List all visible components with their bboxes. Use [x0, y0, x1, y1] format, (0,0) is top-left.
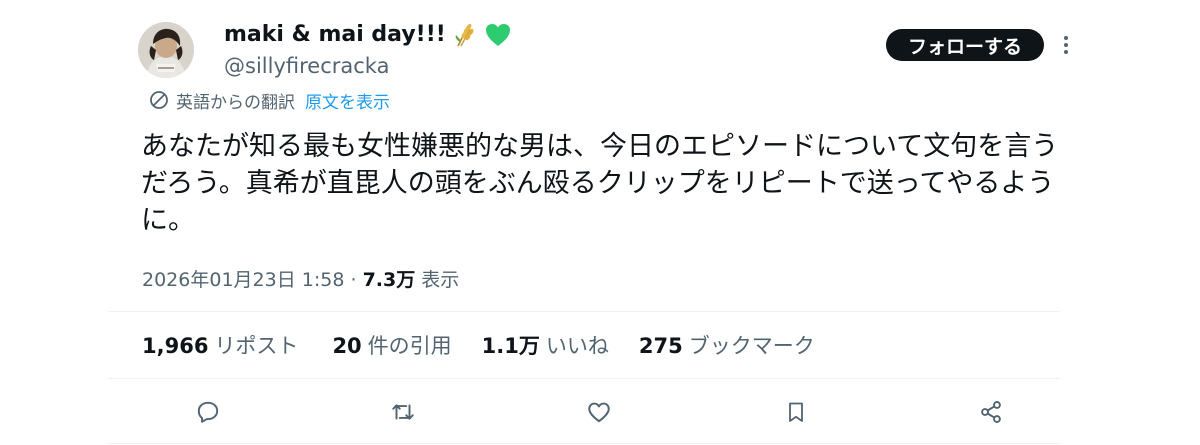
tweet-text: あなたが知る最も女性嫌悪的な男は、今日のエピソードについて文句を言うだろう。真希…: [141, 131, 1059, 236]
bookmarks-label: ブックマーク: [688, 334, 815, 358]
avatar[interactable]: [138, 22, 194, 78]
retweets-label: リポスト: [214, 334, 299, 358]
show-original-link[interactable]: 原文を表示: [305, 88, 390, 113]
translation-label: 英語からの翻訳: [176, 92, 295, 113]
meta-separator: ·: [350, 269, 357, 291]
author-handle[interactable]: @sillyfirecracka: [224, 52, 389, 80]
retweet-icon: [392, 404, 414, 420]
views-count: 7.3万: [362, 269, 416, 291]
tweet-card: maki & mai day!!! @sillyfirecracka フォローす…: [0, 0, 1200, 445]
bookmarks-stat[interactable]: 275 ブックマーク: [639, 331, 815, 361]
share-icon: [981, 401, 1001, 423]
quotes-count: 20: [332, 334, 362, 358]
reply-icon: [197, 401, 219, 423]
views-label: 表示: [421, 269, 460, 291]
divider: [108, 443, 1060, 444]
engagement-stats: 1,966 リポスト 20 件の引用 1.1万 いいね 275 ブックマーク: [142, 331, 815, 361]
bookmark-button[interactable]: [781, 397, 811, 427]
divider: [108, 311, 1060, 312]
author-display-name[interactable]: maki & mai day!!!: [224, 20, 512, 50]
display-name-text: maki & mai day!!!: [224, 22, 446, 47]
translate-icon: [150, 91, 168, 109]
avatar-image: [138, 22, 194, 78]
retweets-count: 1,966: [142, 334, 209, 358]
rice-sheaf-icon: [452, 22, 478, 48]
quotes-stat[interactable]: 20 件の引用: [332, 331, 451, 361]
retweet-button[interactable]: [388, 397, 418, 427]
more-vertical-icon: [1064, 36, 1068, 54]
translation-notice: 英語からの翻訳 原文を表示: [148, 88, 390, 113]
quotes-label: 件の引用: [367, 334, 452, 358]
timestamp-link[interactable]: 2026年01月23日 1:58: [142, 269, 344, 291]
heart-icon: [588, 402, 610, 423]
follow-button[interactable]: フォローする: [886, 29, 1044, 61]
green-heart-icon: [484, 22, 512, 48]
likes-label: いいね: [545, 334, 609, 358]
likes-count: 1.1万: [481, 334, 540, 358]
likes-stat[interactable]: 1.1万 いいね: [482, 331, 609, 361]
share-button[interactable]: [976, 397, 1006, 427]
tweet-meta: 2026年01月23日 1:58 · 7.3万 表示: [142, 266, 459, 294]
more-options-button[interactable]: [1056, 30, 1076, 60]
like-button[interactable]: [584, 397, 614, 427]
bookmarks-count: 275: [638, 334, 683, 358]
bookmark-icon: [789, 402, 803, 422]
retweets-stat[interactable]: 1,966 リポスト: [142, 331, 298, 361]
reply-button[interactable]: [193, 397, 223, 427]
divider: [108, 378, 1060, 379]
